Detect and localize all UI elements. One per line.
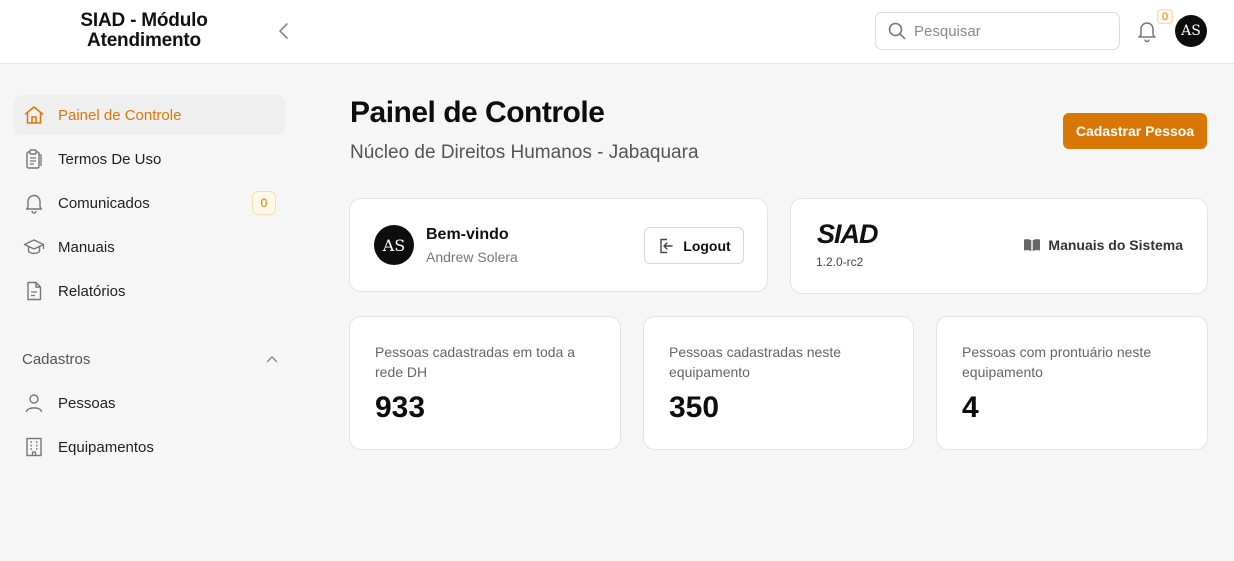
clipboard-icon — [23, 148, 45, 170]
section-title: Cadastros — [22, 350, 91, 368]
welcome-card: AS Bem-vindo Andrew Solera Logout — [349, 198, 768, 292]
stat-card: Pessoas cadastradas em toda a rede DH 93… — [349, 316, 621, 450]
logout-label: Logout — [683, 237, 731, 254]
stat-label: Pessoas cadastradas em toda a rede DH — [375, 344, 576, 380]
collapse-sidebar-button[interactable] — [272, 20, 294, 42]
building-icon — [23, 436, 45, 458]
bell-icon — [23, 192, 45, 214]
chevron-up-icon — [266, 356, 278, 363]
welcome-title: Bem-vindo — [426, 226, 509, 243]
graduation-cap-icon — [23, 236, 45, 258]
chevron-left-icon — [279, 23, 288, 39]
manuals-label: Manuais do Sistema — [1048, 237, 1183, 253]
bell-icon — [1138, 22, 1156, 43]
sidebar-item-comunicados[interactable]: Comunicados 0 — [14, 183, 285, 223]
notification-count-badge: 0 — [1157, 9, 1173, 24]
user-avatar[interactable]: AS — [1175, 15, 1207, 47]
sidebar: Painel de Controle Termos De Uso Comunic… — [0, 64, 300, 561]
notifications-button[interactable] — [1136, 19, 1158, 43]
system-version: 1.2.0-rc2 — [816, 255, 864, 269]
sidebar-item-label: Painel de Controle — [58, 106, 182, 124]
document-icon — [23, 280, 45, 302]
search-input[interactable] — [914, 22, 1104, 40]
unread-count-badge: 0 — [252, 191, 276, 215]
cadastrar-pessoa-button[interactable]: Cadastrar Pessoa — [1063, 113, 1207, 149]
sidebar-item-termos-de-uso[interactable]: Termos De Uso — [14, 139, 285, 179]
logout-button[interactable]: Logout — [644, 227, 744, 264]
search-icon — [888, 22, 906, 40]
home-icon — [23, 104, 45, 126]
sidebar-item-label: Relatórios — [58, 282, 126, 300]
user-name: Andrew Solera — [426, 249, 518, 265]
avatar: AS — [374, 225, 414, 265]
sidebar-item-manuais[interactable]: Manuais — [14, 227, 285, 267]
stat-value: 350 — [669, 391, 720, 424]
sidebar-item-relatorios[interactable]: Relatórios — [14, 271, 285, 311]
page-subtitle: Núcleo de Direitos Humanos - Jabaquara — [350, 142, 699, 163]
siad-logo: SIAD — [817, 219, 879, 249]
stat-value: 4 — [962, 391, 979, 424]
stat-card: Pessoas com prontuário neste equipamento… — [936, 316, 1208, 450]
logout-icon — [660, 238, 673, 253]
sidebar-item-label: Manuais — [58, 238, 115, 256]
app-brand: SIAD - Módulo Atendimento — [80, 10, 208, 51]
sidebar-item-label: Equipamentos — [58, 438, 154, 456]
stat-label: Pessoas com prontuário neste equipamento — [962, 344, 1152, 380]
stat-card: Pessoas cadastradas neste equipamento 35… — [643, 316, 914, 450]
stat-label: Pessoas cadastradas neste equipamento — [669, 344, 841, 380]
page-title: Painel de Controle — [350, 96, 605, 129]
search-box[interactable] — [875, 12, 1120, 50]
sidebar-item-label: Termos De Uso — [58, 150, 162, 168]
stat-value: 933 — [375, 391, 426, 424]
top-header: SIAD - Módulo Atendimento 0 AS — [0, 0, 1234, 64]
cadastros-section-toggle[interactable]: Cadastros — [22, 349, 278, 369]
sidebar-item-equipamentos[interactable]: Equipamentos — [14, 427, 285, 467]
sidebar-item-label: Pessoas — [58, 394, 116, 412]
sidebar-item-label: Comunicados — [58, 194, 150, 212]
sidebar-item-painel-de-controle[interactable]: Painel de Controle — [14, 95, 285, 135]
book-icon — [1024, 239, 1041, 251]
sidebar-item-pessoas[interactable]: Pessoas — [14, 383, 285, 423]
system-info-card: SIAD 1.2.0-rc2 Manuais do Sistema — [790, 198, 1208, 294]
user-icon — [23, 392, 45, 414]
manuais-do-sistema-link[interactable]: Manuais do Sistema — [1023, 237, 1183, 253]
